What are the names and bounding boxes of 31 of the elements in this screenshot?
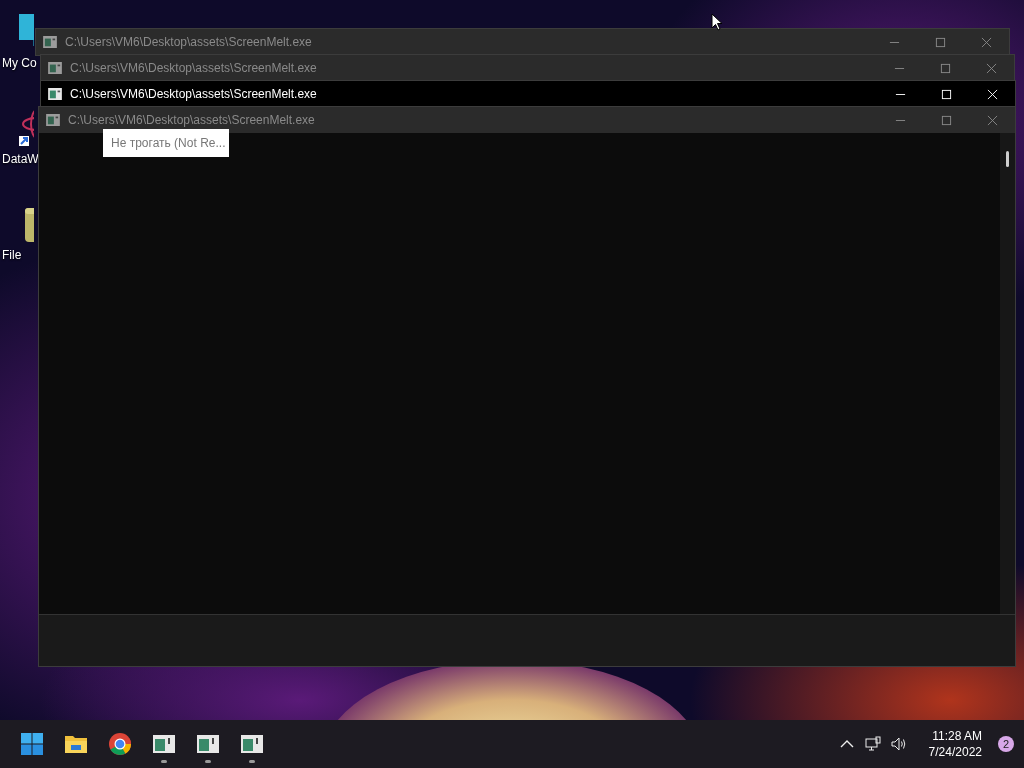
console-app-icon	[43, 36, 57, 48]
maximize-icon	[940, 88, 952, 100]
tooltip: Не трогать (Not Re...	[103, 129, 229, 157]
close-icon	[986, 88, 998, 100]
desktop-icon-label[interactable]: File	[0, 248, 22, 262]
console-app-icon[interactable]	[152, 732, 176, 756]
maximize-icon	[940, 114, 952, 126]
window-title: C:\Users\VM6\Desktop\assets\ScreenMelt.exe	[70, 61, 318, 75]
clock-time[interactable]: 11:28 AM	[932, 728, 982, 744]
notification-count[interactable]: 2	[998, 736, 1014, 752]
clock-date[interactable]: 7/24/2022	[928, 744, 982, 760]
console-app-icon	[46, 114, 60, 126]
console-app-icon[interactable]	[240, 732, 264, 756]
window-title: C:\Users\VM6\Desktop\assets\ScreenMelt.exe	[68, 113, 316, 127]
close-icon	[986, 114, 998, 126]
close-icon	[985, 62, 997, 74]
console-app-icon	[48, 62, 62, 74]
volume-icon[interactable]	[890, 736, 907, 752]
network-icon[interactable]	[864, 736, 881, 752]
desktop-icon-label[interactable]: DataW	[0, 152, 39, 166]
maximize-icon	[939, 62, 951, 74]
close-icon	[980, 36, 992, 48]
scroll-bar[interactable]	[1000, 133, 1015, 614]
console-app-icon[interactable]	[196, 732, 220, 756]
window-title: C:\Users\VM6\Desktop\assets\ScreenMelt.exe	[65, 35, 313, 49]
maximize-icon	[934, 36, 946, 48]
browser-icon[interactable]	[108, 732, 132, 756]
console-app-icon	[48, 88, 62, 100]
window-title: C:\Users\VM6\Desktop\assets\ScreenMelt.exe	[70, 87, 318, 101]
desktop-icon-label[interactable]: My Co	[0, 56, 37, 70]
start-button[interactable]	[20, 732, 44, 756]
